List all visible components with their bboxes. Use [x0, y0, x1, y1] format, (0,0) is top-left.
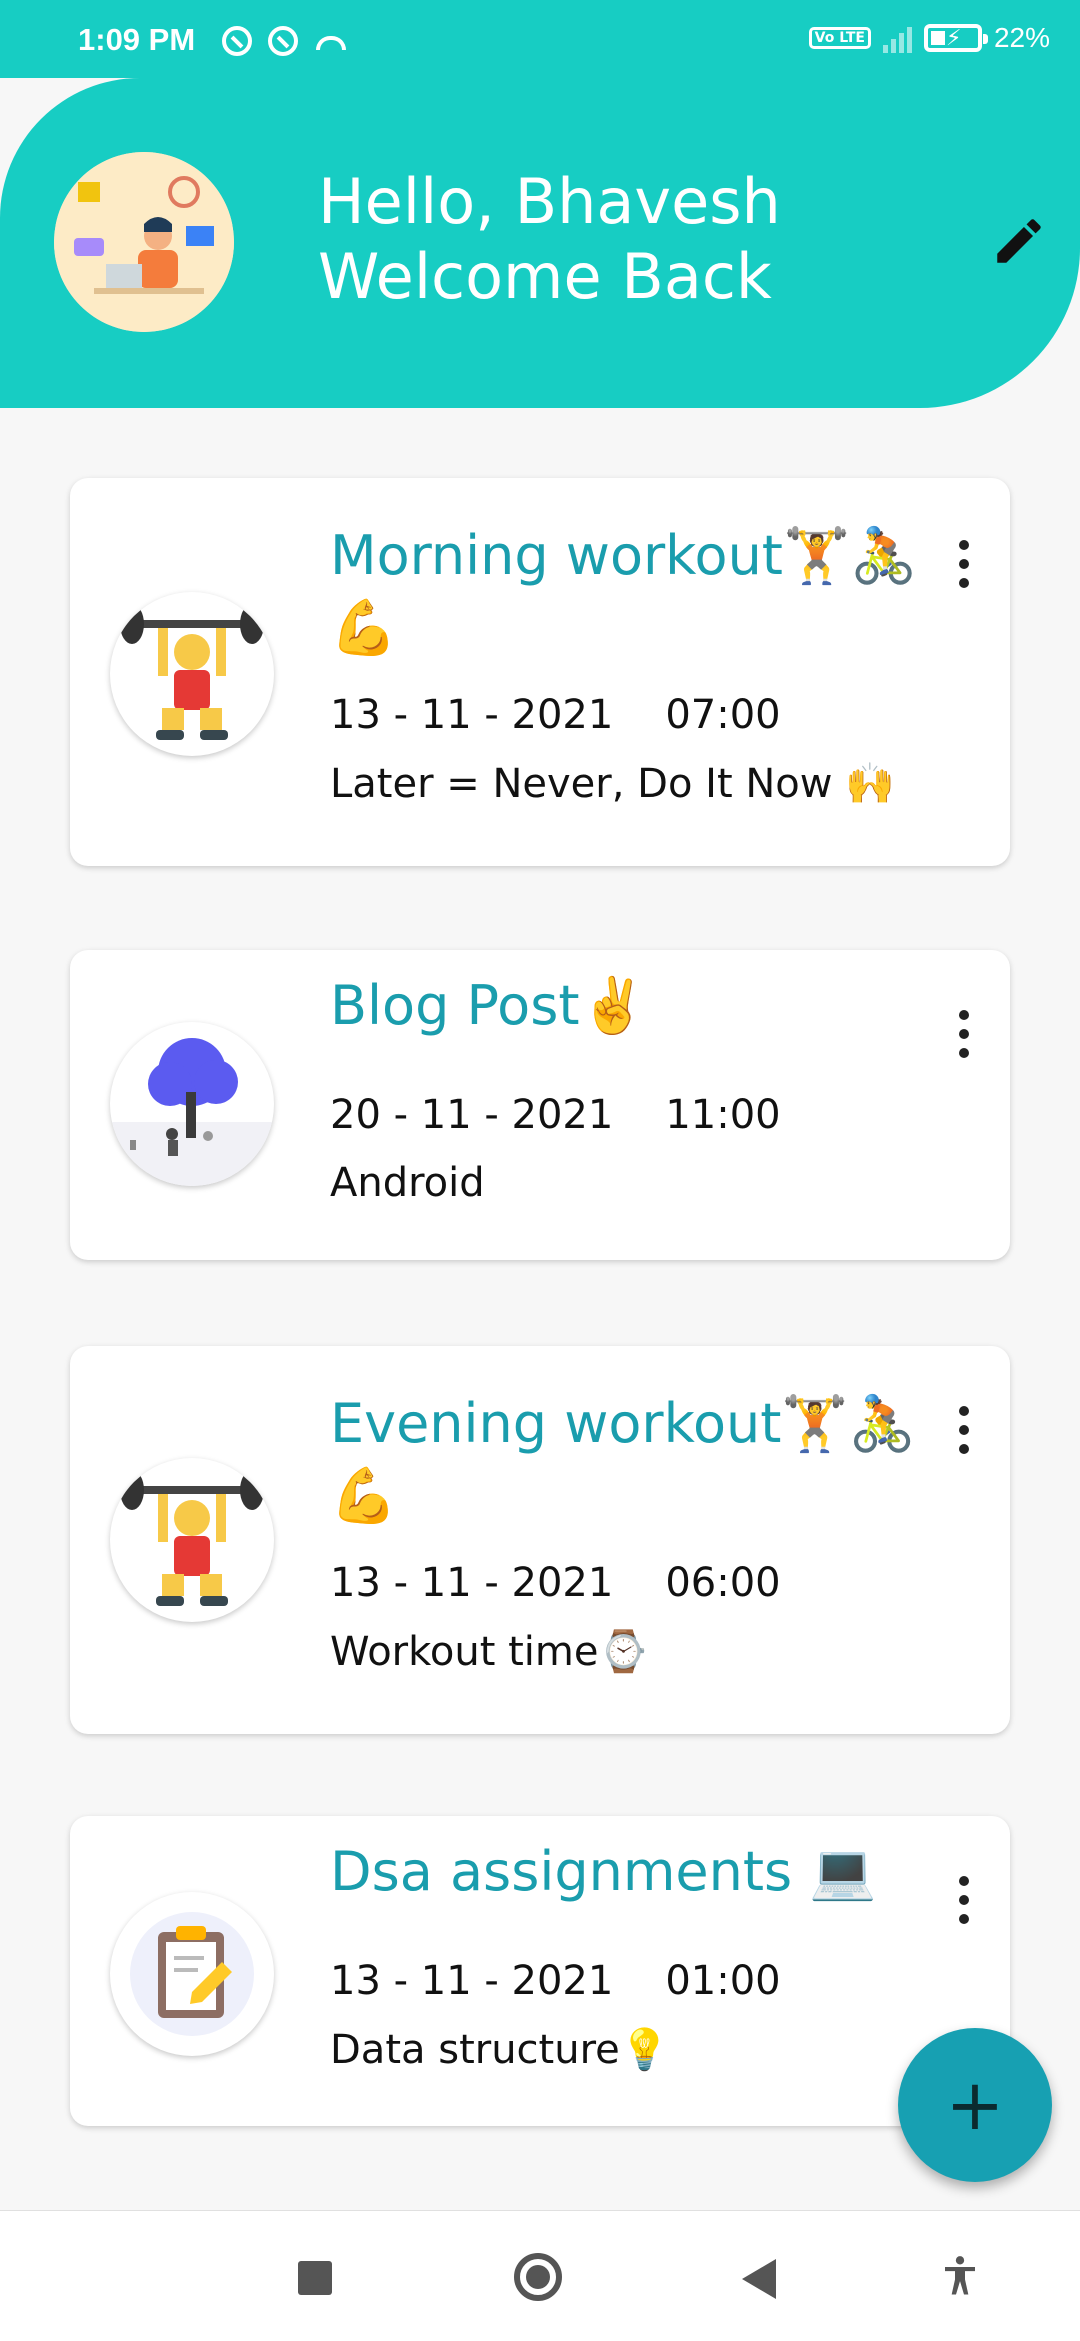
missed-call-icon [314, 26, 348, 56]
task-title: Morning workout🏋️🚴💪 [330, 524, 918, 659]
task-datetime: 20 - 11 - 2021 11:00 [330, 1092, 781, 1138]
avatar[interactable] [54, 152, 234, 332]
task-card[interactable]: Blog Post✌️ 20 - 11 - 2021 11:00 Android [70, 950, 1010, 1260]
task-time: 01:00 [665, 1958, 781, 2004]
task-date: 13 - 11 - 2021 [330, 1958, 614, 2004]
task-card[interactable]: Evening workout🏋️🚴💪 13 - 11 - 2021 06:00 … [70, 1346, 1010, 1734]
recents-button[interactable] [298, 2261, 332, 2295]
more-vert-icon[interactable] [958, 1010, 970, 1067]
task-description: Workout time⌚ [330, 1629, 649, 1675]
task-description: Android [330, 1160, 485, 1206]
task-time: 06:00 [665, 1560, 781, 1606]
home-button[interactable] [514, 2253, 562, 2301]
task-description: Data structure💡 [330, 2027, 670, 2073]
dnd-icon [268, 26, 298, 56]
task-description: Later = Never, Do It Now 🙌 [330, 761, 895, 807]
task-datetime: 13 - 11 - 2021 07:00 [330, 692, 781, 738]
welcome-line: Welcome Back [318, 240, 772, 313]
status-notification-icons [222, 26, 348, 56]
task-title: Evening workout🏋️🚴💪 [330, 1392, 916, 1527]
back-button[interactable] [742, 2259, 776, 2299]
task-date: 13 - 11 - 2021 [330, 692, 614, 738]
task-title: Dsa assignments 💻 [330, 1840, 877, 1903]
status-time: 1:09 PM [78, 22, 196, 57]
battery-percent: 22% [993, 22, 1050, 53]
clipboard-icon [110, 1892, 274, 2056]
task-date: 13 - 11 - 2021 [330, 1560, 614, 1606]
task-date: 20 - 11 - 2021 [330, 1092, 614, 1138]
task-time: 11:00 [665, 1092, 781, 1138]
weightlifter-icon [110, 592, 274, 756]
task-time: 07:00 [665, 692, 781, 738]
task-datetime: 13 - 11 - 2021 06:00 [330, 1560, 781, 1606]
pencil-icon[interactable] [990, 212, 1048, 270]
add-task-button[interactable]: + [898, 2028, 1052, 2182]
accessibility-icon[interactable] [940, 2255, 980, 2299]
greeting-line: Hello, Bhavesh [318, 165, 781, 238]
task-title: Blog Post✌️ [330, 974, 647, 1037]
more-vert-icon[interactable] [958, 1876, 970, 1933]
status-bar: 1:09 PM Vo LTE ⚡ 22% [0, 0, 1080, 78]
battery-icon: ⚡ [923, 24, 988, 52]
task-card[interactable]: Dsa assignments 💻 13 - 11 - 2021 01:00 Da… [70, 1816, 1010, 2126]
more-vert-icon[interactable] [958, 1406, 970, 1463]
weightlifter-icon [110, 1458, 274, 1622]
system-nav-bar [0, 2210, 1080, 2341]
task-datetime: 13 - 11 - 2021 01:00 [330, 1958, 781, 2004]
dnd-icon [222, 26, 252, 56]
signal-icon [882, 23, 912, 53]
volte-icon: Vo LTE [808, 27, 871, 49]
task-card[interactable]: Morning workout🏋️🚴💪 13 - 11 - 2021 07:00 … [70, 478, 1010, 866]
more-vert-icon[interactable] [958, 540, 970, 597]
tree-illustration-icon [110, 1022, 274, 1186]
greeting-text: Hello, Bhavesh Welcome Back [318, 164, 781, 314]
